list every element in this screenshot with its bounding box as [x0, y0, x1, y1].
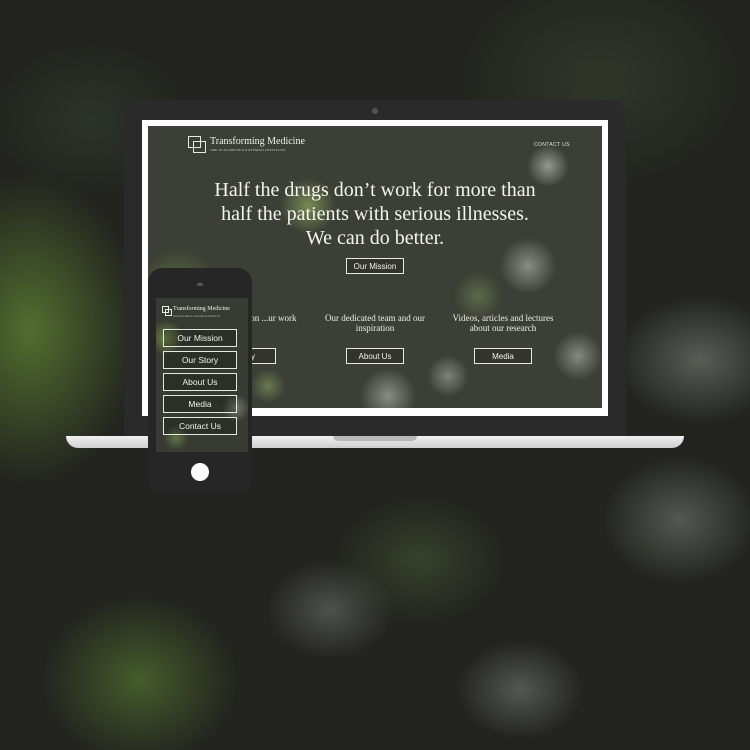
phone-logo-subtitle: THE ELIZABETH KAUFFMAN INSTITUTE	[173, 315, 221, 318]
logo-subtitle: THE ELIZABETH KAUFFMAN INSTITUTE	[210, 148, 286, 152]
phone-menu-contact-us[interactable]: Contact Us	[163, 417, 237, 435]
phone-screen: Transforming Medicine THE ELIZABETH KAUF…	[156, 298, 248, 452]
phone-logo-name: Transforming Medicine	[173, 306, 230, 312]
phone-menu-about-us[interactable]: About Us	[163, 373, 237, 391]
logo-icon	[162, 306, 172, 316]
phone-home-button[interactable]	[191, 463, 209, 481]
laptop-camera	[372, 108, 378, 114]
phone-menu-media[interactable]: Media	[163, 395, 237, 413]
laptop-base-notch	[333, 436, 417, 441]
phone-menu-our-story[interactable]: Our Story	[163, 351, 237, 369]
phone-speaker	[197, 283, 203, 286]
hero-headline: Half the drugs don’t work for more than …	[214, 179, 536, 249]
about-us-button[interactable]: About Us	[346, 348, 404, 364]
logo-name: Transforming Medicine	[210, 136, 305, 147]
phone-menu-our-mission[interactable]: Our Mission	[163, 329, 237, 347]
column-text-about: Our dedicated team and our inspiration	[325, 313, 425, 333]
logo-icon	[188, 136, 206, 153]
media-button[interactable]: Media	[474, 348, 532, 364]
our-mission-button[interactable]: Our Mission	[346, 258, 404, 274]
site-logo[interactable]: Transforming Medicine THE ELIZABETH KAUF…	[188, 136, 305, 153]
phone-logo[interactable]: Transforming Medicine THE ELIZABETH KAUF…	[162, 306, 230, 320]
contact-link[interactable]: CONTACT US	[534, 142, 570, 148]
column-text-media: Videos, articles and lectures about our …	[452, 313, 554, 333]
